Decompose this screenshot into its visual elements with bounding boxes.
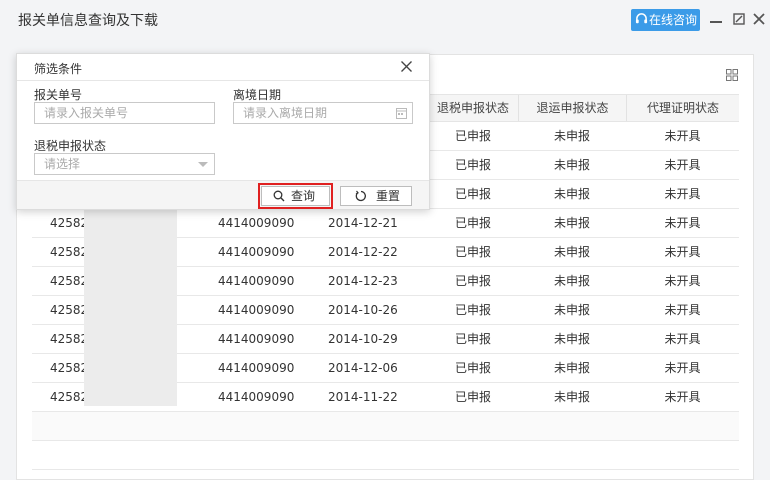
reset-button[interactable]: 重置 (340, 186, 412, 206)
search-icon (273, 190, 285, 202)
online-consult-label: 在线咨询 (649, 13, 698, 27)
cell-product-code: 4414009090 (218, 303, 295, 317)
filter-dialog-title: 筛选条件 (34, 62, 83, 76)
search-button[interactable]: 查询 (258, 183, 333, 209)
cell-cert-status: 未开具 (664, 274, 701, 288)
header-cert-status[interactable]: 代理证明状态 (626, 95, 739, 121)
title-bar: 报关单信息查询及下载 在线咨询 (0, 0, 770, 38)
online-consult-button[interactable]: 在线咨询 (631, 9, 700, 31)
cell-tax-status: 已申报 (454, 361, 491, 375)
headset-icon (635, 13, 648, 24)
cell-cert-status: 未开具 (664, 361, 701, 375)
exit-date-label: 离境日期 (233, 88, 282, 102)
cell-product-code: 4414009090 (218, 332, 295, 346)
cell-product-code: 4414009090 (218, 216, 295, 230)
minimize-icon[interactable] (709, 12, 723, 26)
cell-cert-status: 未开具 (664, 158, 701, 172)
filter-button-bar: 查询 重置 (17, 180, 429, 209)
cell-tax-status: 已申报 (454, 187, 491, 201)
cell-return-status: 未申报 (553, 274, 590, 288)
exit-date-input[interactable]: 请录入离境日期 (233, 102, 413, 124)
cell-return-status: 未申报 (553, 390, 590, 404)
cell-tax-status: 已申报 (454, 332, 491, 346)
declaration-no-input[interactable]: 请录入报关单号 (34, 102, 215, 124)
filter-dialog: 筛选条件 报关单号 请录入报关单号 离境日期 请录入离境日期 退税申报状态 请选… (16, 53, 430, 210)
cell-return-status: 未申报 (553, 332, 590, 346)
cell-tax-status: 已申报 (454, 390, 491, 404)
cell-return-status: 未申报 (553, 361, 590, 375)
cell-product-code: 4414009090 (218, 390, 295, 404)
redacted-area (84, 210, 177, 406)
calendar-icon[interactable] (396, 107, 407, 119)
search-button-label: 查询 (291, 189, 316, 203)
declaration-no-placeholder: 请录入报关单号 (44, 106, 129, 120)
cell-cert-status: 未开具 (664, 216, 701, 230)
cell-exit-date: 2014-12-23 (328, 274, 398, 288)
cell-cert-status: 未开具 (664, 245, 701, 259)
table-header: 退税申报状态 退运申报状态 代理证明状态 (428, 94, 739, 122)
reset-button-label: 重置 (376, 189, 401, 203)
cell-cert-status: 未开具 (664, 187, 701, 201)
cell-return-status: 未申报 (553, 245, 590, 259)
cell-return-status: 未申报 (553, 216, 590, 230)
cell-exit-date: 2014-11-22 (328, 390, 398, 404)
exit-date-placeholder: 请录入离境日期 (243, 106, 328, 120)
cell-tax-status: 已申报 (454, 158, 491, 172)
cell-tax-status: 已申报 (454, 129, 491, 143)
filter-dialog-header: 筛选条件 (17, 54, 429, 81)
tax-status-placeholder: 请选择 (44, 157, 81, 171)
close-icon[interactable] (400, 60, 413, 73)
chevron-down-icon (198, 162, 208, 167)
window-title: 报关单信息查询及下载 (18, 13, 158, 29)
header-return-status[interactable]: 退运申报状态 (518, 95, 626, 121)
cell-exit-date: 2014-10-29 (328, 332, 398, 346)
cell-exit-date: 2014-12-06 (328, 361, 398, 375)
cell-exit-date: 2014-12-22 (328, 245, 398, 259)
cell-tax-status: 已申报 (454, 216, 491, 230)
cell-tax-status: 已申报 (454, 303, 491, 317)
cell-cert-status: 未开具 (664, 303, 701, 317)
cell-tax-status: 已申报 (454, 274, 491, 288)
cell-return-status: 未申报 (553, 158, 590, 172)
close-icon[interactable] (752, 12, 766, 26)
cell-return-status: 未申报 (553, 303, 590, 317)
tax-status-label: 退税申报状态 (34, 139, 107, 153)
cell-product-code: 4414009090 (218, 245, 295, 259)
cell-cert-status: 未开具 (664, 390, 701, 404)
cell-tax-status: 已申报 (454, 245, 491, 259)
table-row-empty (32, 412, 739, 441)
table-row-empty (32, 441, 739, 470)
maximize-icon[interactable] (732, 12, 746, 26)
cell-exit-date: 2014-12-21 (328, 216, 398, 230)
declaration-no-label: 报关单号 (34, 88, 83, 102)
cell-exit-date: 2014-10-26 (328, 303, 398, 317)
column-settings-icon[interactable] (726, 69, 738, 81)
cell-product-code: 4414009090 (218, 274, 295, 288)
tax-status-select[interactable]: 请选择 (34, 153, 215, 175)
header-tax-status[interactable]: 退税申报状态 (428, 95, 518, 121)
cell-return-status: 未申报 (553, 187, 590, 201)
cell-cert-status: 未开具 (664, 129, 701, 143)
cell-cert-status: 未开具 (664, 332, 701, 346)
cell-return-status: 未申报 (553, 129, 590, 143)
cell-product-code: 4414009090 (218, 361, 295, 375)
refresh-icon (355, 190, 366, 202)
